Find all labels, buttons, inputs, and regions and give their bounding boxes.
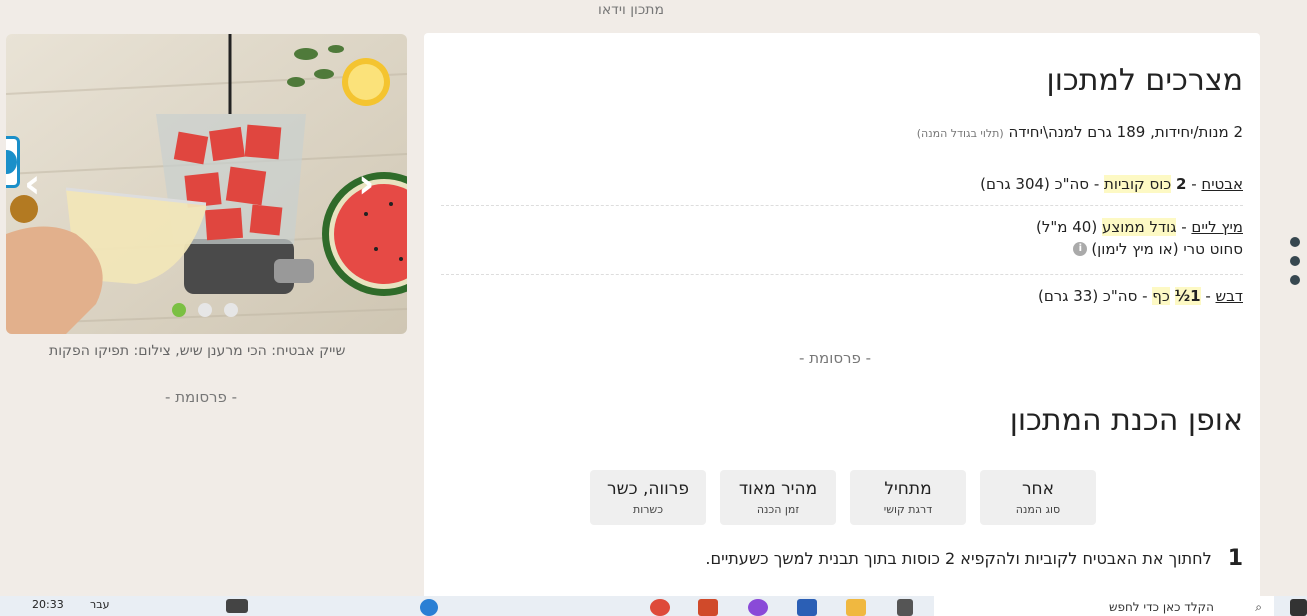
- step-text: לחתוך את האבטיח לקוביות ולהקפיא 2 כוסות …: [705, 549, 1212, 568]
- carousel-prev-button[interactable]: ‹: [24, 162, 54, 206]
- tile-kosher: פרווה, כשר כשרות: [590, 470, 706, 525]
- carousel-next-button[interactable]: ›: [358, 162, 388, 206]
- servings-line: 2 מנות/יחידות, 189 גרם למנה\יחידה (תלוי …: [917, 123, 1243, 141]
- more-options-icon[interactable]: [1290, 237, 1300, 294]
- ingredient-unit: כף: [1152, 287, 1170, 305]
- top-label: מתכון וידאו: [598, 2, 664, 18]
- search-placeholder: הקלד כאן כדי לחפש: [1108, 600, 1214, 614]
- chrome-icon[interactable]: [650, 599, 670, 616]
- accessibility-icon: [6, 150, 17, 174]
- windows-start-icon[interactable]: [1290, 599, 1307, 616]
- image-caption: שייק אבטיח: הכי מרענן שיש, צילום: תפיקו …: [49, 343, 346, 359]
- carousel-dot[interactable]: [224, 303, 238, 317]
- recipe-card: מצרכים למתכון 2 מנות/יחידות, 189 גרם למנ…: [424, 33, 1260, 603]
- clock[interactable]: 20:33: [32, 598, 64, 611]
- tile-value: אחר: [1021, 479, 1055, 499]
- ad-label: - פרסומת -: [799, 349, 872, 367]
- step-number: 1: [1227, 546, 1243, 571]
- file-explorer-icon[interactable]: [846, 599, 866, 616]
- ingredient-dash: -: [1200, 287, 1216, 305]
- tile-value: מתחיל: [884, 479, 932, 499]
- tile-value: מהיר מאוד: [738, 479, 818, 499]
- ingredient-link[interactable]: אבטיח: [1201, 175, 1243, 193]
- side-ad-label: - פרסומת -: [165, 388, 238, 406]
- tile-prep-time: מהיר מאוד זמן הכנה: [720, 470, 836, 525]
- powerpoint-icon[interactable]: [698, 599, 718, 616]
- ingredient-dash: -: [1089, 175, 1104, 193]
- ingredient-row: מיץ ליים - גודל ממוצע (40 מ"ל) סחוט טרי …: [441, 216, 1243, 275]
- ingredient-link[interactable]: דבש: [1216, 287, 1244, 305]
- info-icon[interactable]: i: [1073, 242, 1088, 256]
- notifications-icon[interactable]: [226, 599, 248, 613]
- carousel-dot-active[interactable]: [172, 303, 186, 317]
- app-icon[interactable]: [748, 599, 768, 616]
- tile-difficulty: מתחיל דרגת קושי: [850, 470, 966, 525]
- ingredient-dash: -: [1186, 175, 1202, 193]
- ingredient-qty: 1½: [1174, 287, 1201, 305]
- ingredient-total: סה"כ (304 גרם): [980, 175, 1090, 193]
- servings-note: (תלוי בגודל המנה): [916, 127, 1004, 140]
- tile-label: דרגת קושי: [883, 503, 933, 516]
- ingredient-unit: כוס קוביות: [1104, 175, 1172, 193]
- ingredients-title: מצרכים למתכון: [1046, 63, 1243, 98]
- ingredient-dash: -: [1176, 218, 1192, 236]
- ingredient-dash: -: [1137, 287, 1153, 305]
- carousel-dots: [172, 303, 238, 317]
- task-view-icon[interactable]: [897, 599, 913, 616]
- ingredient-qty: 2: [1176, 175, 1187, 193]
- tile-label: כשרות: [632, 503, 664, 516]
- recipe-info-tiles: אחר סוג המנה מתחיל דרגת קושי מהיר מאוד ז…: [590, 470, 1096, 525]
- help-icon[interactable]: [420, 599, 438, 616]
- accessibility-button[interactable]: [6, 136, 20, 188]
- preparation-title: אופן הכנת המתכון: [1009, 403, 1243, 438]
- recipe-image-carousel[interactable]: ‹ ›: [6, 34, 407, 334]
- search-icon: ⌕: [1255, 600, 1262, 614]
- ingredient-link[interactable]: מיץ ליים: [1191, 218, 1243, 236]
- step-1: 1 לחתוך את האבטיח לקוביות ולהקפיא 2 כוסו…: [705, 546, 1243, 571]
- ingredient-row: דבש - 1½ כף - סה"כ (33 גרם): [441, 285, 1243, 307]
- ingredient-note: סחוט טרי (או מיץ לימון) i: [441, 238, 1243, 260]
- watermelon-shake-photo: [6, 34, 407, 334]
- ingredient-total: (40 מ"ל): [1035, 218, 1102, 236]
- language-indicator[interactable]: עבר: [90, 598, 109, 611]
- carousel-dot[interactable]: [198, 303, 212, 317]
- word-icon[interactable]: [797, 599, 817, 616]
- ingredient-total: סה"כ (33 גרם): [1037, 287, 1138, 305]
- ingredient-unit: גודל ממוצע: [1101, 218, 1177, 236]
- ingredient-note-text: סחוט טרי (או מיץ לימון): [1091, 240, 1243, 258]
- tile-dish-type: אחר סוג המנה: [980, 470, 1096, 525]
- windows-taskbar: 20:33 עבר הקלד כאן כדי לחפש ⌕: [0, 596, 1307, 616]
- taskbar-search-box[interactable]: הקלד כאן כדי לחפש ⌕: [934, 596, 1274, 616]
- tile-label: סוג המנה: [1015, 503, 1061, 516]
- tile-label: זמן הכנה: [756, 503, 800, 516]
- tile-value: פרווה, כשר: [606, 479, 690, 499]
- ingredient-row: אבטיח - 2 כוס קוביות - סה"כ (304 גרם): [441, 173, 1243, 206]
- servings-text: 2 מנות/יחידות, 189 גרם למנה\יחידה: [1008, 123, 1243, 141]
